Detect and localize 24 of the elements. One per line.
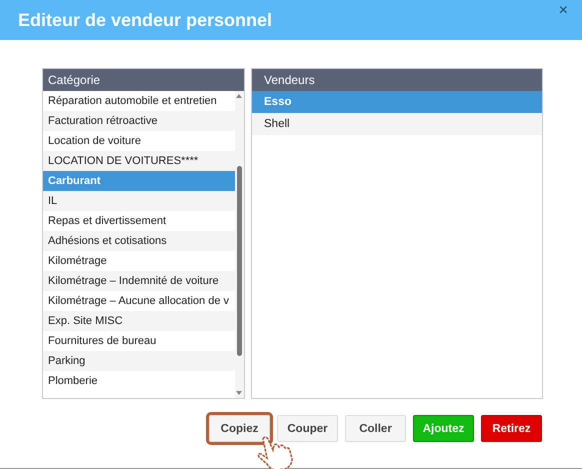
window-title: Editeur de vendeur personnel — [18, 10, 272, 30]
list-item[interactable]: Exp. Site MISC — [43, 311, 235, 331]
action-button[interactable]: Coller — [345, 415, 406, 442]
column-header: Catégorie — [43, 69, 244, 91]
list-item[interactable]: Facturation rétroactive — [43, 111, 235, 131]
list-item[interactable]: Parking — [43, 351, 235, 371]
list-item[interactable]: Kilométrage — [43, 251, 235, 271]
column-header: Vendeurs — [252, 69, 542, 91]
list-item[interactable]: Kilométrage – Aucune allocation de v — [43, 291, 235, 311]
close-button[interactable]: × — [556, 2, 570, 20]
list-item[interactable]: IL — [43, 191, 235, 211]
list-item[interactable]: Adhésions et cotisations — [43, 231, 235, 251]
list-item[interactable]: Plomberie — [43, 371, 235, 391]
list-item[interactable]: LOCATION DE VOITURES**** — [43, 151, 235, 171]
list-item[interactable]: Kilométrage – Indemnité de voiture — [43, 271, 235, 291]
action-button[interactable]: Copiez — [209, 415, 270, 442]
list-item[interactable]: Location de voiture — [43, 131, 235, 151]
list-item[interactable]: Réparation automobile et entretien — [43, 91, 235, 111]
list-item[interactable]: Fournitures de bureau — [43, 331, 235, 351]
list-item[interactable]: Repas et divertissement — [43, 211, 235, 231]
action-button[interactable]: Retirez — [481, 415, 542, 442]
action-button[interactable]: Couper — [277, 415, 338, 442]
scrollbar[interactable] — [235, 91, 244, 398]
list-item[interactable]: Shell — [252, 113, 542, 135]
